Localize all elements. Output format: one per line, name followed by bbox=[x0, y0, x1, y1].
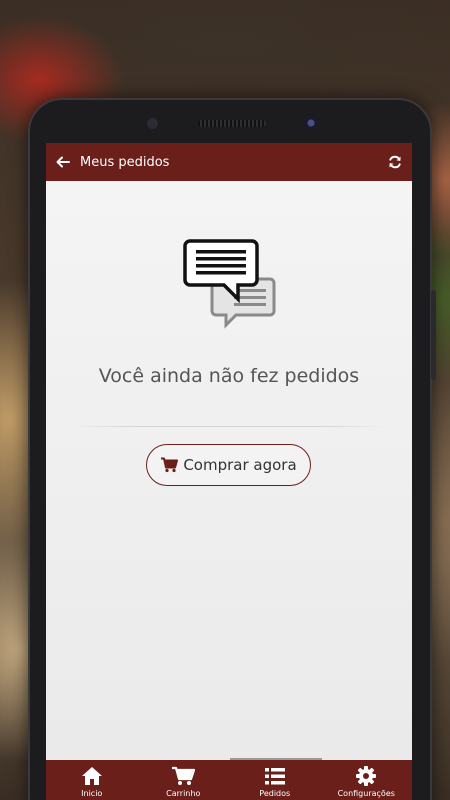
phone-speaker bbox=[198, 120, 266, 127]
tab-inicio[interactable]: Inicio bbox=[46, 760, 138, 800]
gear-icon bbox=[355, 765, 377, 787]
arrow-left-icon[interactable] bbox=[54, 153, 72, 171]
app-screen: Meus pedidos Você ainda não fez pedidos … bbox=[46, 143, 412, 800]
cart-icon bbox=[160, 457, 179, 473]
phone-sensor bbox=[147, 118, 158, 129]
app-bar: Meus pedidos bbox=[46, 143, 412, 181]
tab-carrinho[interactable]: Carrinho bbox=[138, 760, 230, 800]
home-icon bbox=[81, 765, 103, 787]
page-title: Meus pedidos bbox=[80, 154, 170, 170]
tab-label: Inicio bbox=[81, 789, 103, 798]
empty-orders-message: Você ainda não fez pedidos bbox=[98, 365, 360, 387]
tab-label: Carrinho bbox=[166, 789, 201, 798]
refresh-icon[interactable] bbox=[386, 153, 404, 171]
tab-configuracoes[interactable]: Configurações bbox=[321, 760, 413, 800]
orders-content: Você ainda não fez pedidos Comprar agora bbox=[46, 181, 412, 760]
bottom-nav: Inicio Carrinho Pedidos Configurações bbox=[46, 760, 412, 800]
buy-now-button[interactable]: Comprar agora bbox=[146, 444, 311, 486]
phone-camera bbox=[304, 116, 318, 130]
cart-icon bbox=[171, 765, 196, 787]
tab-pedidos[interactable]: Pedidos bbox=[229, 760, 321, 800]
tab-label: Pedidos bbox=[259, 789, 291, 798]
divider bbox=[72, 426, 386, 427]
list-icon bbox=[264, 765, 286, 787]
chat-bubbles-icon bbox=[182, 237, 278, 341]
buy-now-label: Comprar agora bbox=[183, 456, 297, 474]
tab-label: Configurações bbox=[337, 789, 395, 798]
phone-side-button bbox=[431, 290, 436, 380]
